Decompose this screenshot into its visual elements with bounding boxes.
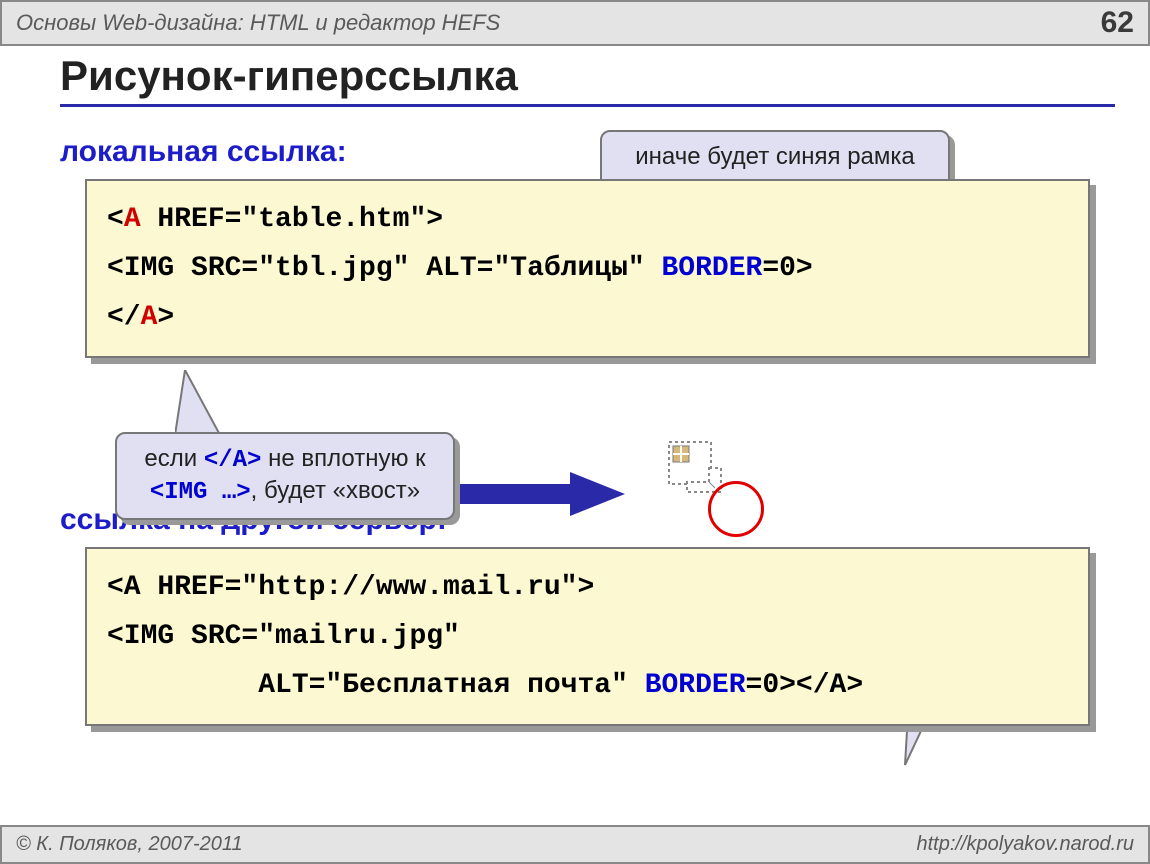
code-block-2: <A HREF="http://www.mail.ru"> <IMG SRC="…	[85, 547, 1090, 726]
code-line: </A>	[107, 293, 1068, 342]
callout-tail-note: если </A> не вплотную к <IMG …>, будет «…	[115, 432, 455, 520]
callout-pointer-icon	[175, 370, 225, 440]
course-title: Основы Web-дизайна: HTML и редактор HEFS	[16, 10, 500, 36]
code-line: <IMG SRC="tbl.jpg" ALT="Таблицы" BORDER=…	[107, 244, 1068, 293]
header-bar: Основы Web-дизайна: HTML и редактор HEFS…	[0, 0, 1150, 46]
code-block-1: <A HREF="table.htm"> <IMG SRC="tbl.jpg" …	[85, 179, 1090, 358]
footer-url: http://kpolyakov.narod.ru	[916, 833, 1134, 856]
code-line: ALT="Бесплатная почта" BORDER=0></A>	[107, 661, 1068, 710]
code-line: <A HREF="table.htm">	[107, 195, 1068, 244]
slide: Основы Web-дизайна: HTML и редактор HEFS…	[0, 0, 1150, 864]
copyright: © К. Поляков, 2007-2011	[16, 833, 243, 856]
code-line: <A HREF="http://www.mail.ru">	[107, 563, 1068, 612]
footer-bar: © К. Поляков, 2007-2011 http://kpolyakov…	[0, 825, 1150, 864]
slide-title: Рисунок-гиперссылка	[60, 52, 1115, 107]
highlight-circle-icon	[708, 481, 764, 537]
page-number: 62	[1101, 6, 1134, 40]
arrow-icon	[450, 470, 630, 520]
code-line: <IMG SRC="mailru.jpg"	[107, 612, 1068, 661]
